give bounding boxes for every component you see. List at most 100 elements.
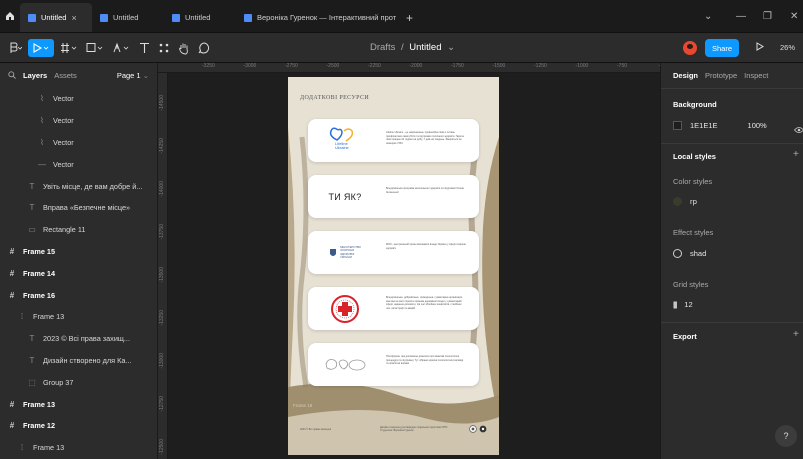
effect-styles-title: Effect styles — [673, 228, 714, 237]
footer-social-icons[interactable] — [469, 425, 491, 433]
ruler-tick-label: -13750 — [159, 224, 165, 240]
frame-icon: # — [9, 290, 15, 300]
layer-item[interactable]: # Frame 14 — [0, 262, 157, 284]
zoom-level[interactable]: 26% — [780, 43, 795, 52]
layer-item[interactable]: ⁞ Frame 13 — [0, 437, 157, 459]
layer-item[interactable]: ⌇ Vector — [0, 88, 157, 110]
vector-icon: ⌇ — [40, 116, 44, 126]
page-selector[interactable]: Page 1 ⌄ — [117, 71, 149, 80]
background-swatch[interactable] — [673, 121, 682, 130]
tab-menu-chevron-icon[interactable]: ⌄ — [704, 0, 712, 33]
layer-item[interactable]: ⌇ Vector — [0, 110, 157, 132]
minimize-button[interactable]: — — [736, 0, 746, 33]
search-icon[interactable] — [8, 70, 16, 81]
help-button[interactable]: ? — [775, 425, 797, 447]
layer-item[interactable]: ⌇ Vector — [0, 132, 157, 154]
vector-icon: ⌇ — [40, 94, 44, 104]
layer-item[interactable]: ⬚ Group 37 — [0, 371, 157, 393]
hand-tool-icon[interactable] — [176, 39, 192, 57]
ty-yak-logo-text: ТИ ЯК? — [328, 191, 362, 202]
main-menu-icon[interactable] — [4, 39, 26, 57]
rectangle-icon: ▭ — [28, 225, 36, 235]
card-description: Lifeline Ukraine - це національна, профе… — [386, 131, 464, 145]
pen-tool-icon[interactable] — [110, 39, 132, 57]
home-icon[interactable] — [0, 0, 20, 32]
tab-assets[interactable]: Assets — [54, 71, 77, 80]
eye-icon[interactable] — [793, 121, 803, 139]
layer-label: Frame 13 — [33, 443, 65, 453]
background-hex[interactable]: 1E1E1E — [690, 121, 718, 130]
text-tool-icon[interactable] — [136, 39, 152, 57]
new-tab-button[interactable]: + — [398, 3, 421, 32]
layer-item[interactable]: T Вправа «Безпечне місце» — [0, 197, 157, 219]
layer-item[interactable]: ⁞ Frame 13 — [0, 306, 157, 328]
tab-prototype[interactable]: Prototype — [705, 71, 737, 80]
shape-tool-icon[interactable] — [84, 39, 106, 57]
close-window-button[interactable]: ✕ — [790, 0, 798, 33]
move-tool-icon[interactable] — [28, 39, 54, 57]
layer-label: Vector — [53, 137, 74, 147]
effect-style-item[interactable]: shad — [673, 249, 706, 258]
ruler-tick-label: -1500 — [492, 63, 506, 69]
add-style-button[interactable]: + — [793, 149, 799, 160]
layer-item[interactable]: # Frame 13 — [0, 393, 157, 415]
layer-label: Frame 15 — [23, 246, 56, 256]
layer-item[interactable]: # Frame 16 — [0, 284, 157, 306]
resource-card-lifeline[interactable]: Lifeline Ukraine Lifeline Ukraine - це н… — [308, 119, 479, 162]
tab-close-icon[interactable]: × — [71, 13, 76, 23]
design-panel-tabs: Design Prototype Inspect — [661, 63, 803, 89]
add-export-button[interactable]: + — [793, 329, 799, 340]
tab-design[interactable]: Design — [673, 71, 698, 80]
resource-card-ty-yak[interactable]: ТИ ЯК? Всеукраїнська програма ментальног… — [308, 175, 479, 218]
layer-item[interactable]: — Vector — [0, 153, 157, 175]
tab-inspect[interactable]: Inspect — [744, 71, 768, 80]
text-layer-icon: T — [29, 203, 35, 213]
layer-item[interactable]: # Frame 15 — [0, 241, 157, 263]
share-button[interactable]: Share — [705, 39, 739, 57]
tab-untitled-2[interactable]: Untitled — [92, 3, 164, 32]
resource-card-red-cross[interactable]: Всеукраїнська, добровільна, громадська, … — [308, 287, 479, 330]
local-styles-title: Local styles — [673, 152, 716, 161]
layer-item[interactable]: T 2023 © Всі права захищ... — [0, 328, 157, 350]
breadcrumb-file[interactable]: Untitled — [409, 42, 441, 53]
layer-item[interactable]: # Frame 12 — [0, 415, 157, 437]
card-description: Всеукраїнська програма ментального здоро… — [386, 187, 464, 194]
color-style-item[interactable]: гр — [673, 197, 697, 206]
present-play-icon[interactable] — [756, 42, 764, 53]
frame-tool-icon[interactable] — [58, 39, 80, 57]
tab-untitled-1[interactable]: Untitled × — [20, 3, 92, 32]
breadcrumb-separator: / — [400, 42, 404, 53]
color-styles-title: Color styles — [673, 177, 713, 186]
layer-label: Vector — [53, 94, 74, 104]
resources-tool-icon[interactable] — [156, 39, 172, 57]
breadcrumb-project[interactable]: Drafts — [370, 42, 395, 53]
card-description: Платформа, яка допомагає дізнатися про в… — [386, 355, 464, 366]
tab-untitled-3[interactable]: Untitled — [164, 3, 236, 32]
comment-tool-icon[interactable] — [196, 39, 212, 57]
columns-grid-icon: ||| — [673, 300, 677, 309]
document-frame[interactable]: ДОДАТКОВІ РЕСУРСИ Lifeline Ukraine Lifel… — [288, 77, 499, 455]
document-title: ДОДАТКОВІ РЕСУРСИ — [300, 95, 370, 101]
grid-style-item[interactable]: ||| 12 — [673, 300, 693, 309]
tab-bar: Untitled × Untitled Untitled Вероніка Гу… — [0, 0, 803, 33]
ruler-tick-label: -13250 — [159, 310, 165, 326]
breadcrumb[interactable]: Drafts / Untitled ⌄ — [370, 42, 455, 53]
ruler-tick-label: -1750 — [451, 63, 464, 69]
avatar[interactable] — [683, 41, 697, 55]
tab-label: Вероніка Гуренок — Інтерактивний прот — [257, 13, 397, 22]
layer-item[interactable]: ▭ Rectangle 11 — [0, 219, 157, 241]
resource-card-moz[interactable]: МІНІСТЕРСТВО ОХОРОНИ ЗДОРОВ'Я УКРАЇНИ МО… — [308, 231, 479, 274]
background-opacity[interactable]: 100% — [748, 121, 767, 130]
tab-prototype[interactable]: Вероніка Гуренок — Інтерактивний прот — [236, 3, 398, 32]
background-fill-row[interactable]: 1E1E1E 100% — [673, 121, 767, 130]
frame-icon: # — [9, 268, 15, 278]
layer-item[interactable]: T Дизайн створено для Ка... — [0, 350, 157, 372]
layer-item[interactable]: T Увіть місце, де вам добре й... — [0, 175, 157, 197]
color-style-name: гр — [690, 197, 697, 206]
tab-layers[interactable]: Layers — [23, 71, 47, 80]
chevron-down-icon[interactable]: ⌄ — [447, 42, 455, 53]
restore-button[interactable]: ❐ — [763, 0, 772, 33]
resource-card-hands[interactable]: Платформа, яка допомагає дізнатися про в… — [308, 343, 479, 386]
canvas[interactable]: ДОДАТКОВІ РЕСУРСИ Lifeline Ukraine Lifel… — [168, 73, 660, 459]
auto-layout-icon: ⁞ — [20, 312, 24, 322]
